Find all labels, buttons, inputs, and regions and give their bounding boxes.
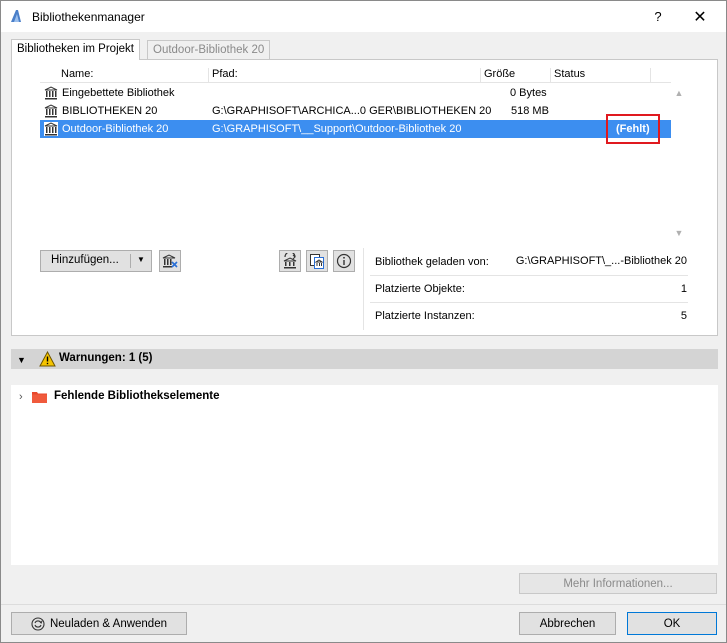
reload-library-icon	[283, 253, 297, 269]
placed-objects-value: 1	[680, 283, 687, 295]
duplicate-library-icon	[310, 254, 324, 269]
library-list[interactable]: Name: Pfad: Größe Status Eingebettete Bi…	[40, 66, 671, 242]
libraries-panel: Name: Pfad: Größe Status Eingebettete Bi…	[11, 59, 718, 336]
placed-objects-label: Platzierte Objekte:	[375, 283, 465, 295]
remove-library-button[interactable]	[159, 250, 181, 272]
window-title: Bibliothekenmanager	[32, 10, 145, 24]
cancel-button[interactable]: Abbrechen	[519, 612, 616, 635]
warning-item-label: Fehlende Bibliothekselemente	[54, 390, 220, 402]
footer-divider	[1, 604, 726, 605]
library-manager-window: Bibliothekenmanager ? ✕ Bibliotheken im …	[0, 0, 727, 643]
placed-instances-label: Platzierte Instanzen:	[375, 310, 475, 322]
tab-libraries-in-project[interactable]: Bibliotheken im Projekt	[11, 39, 140, 60]
add-library-button[interactable]: Hinzufügen... ▼	[40, 250, 152, 272]
loaded-from-value: G:\GRAPHISOFT\_...-Bibliothek 20	[515, 255, 687, 267]
library-name: Outdoor-Bibliothek 20	[62, 123, 169, 135]
duplicate-library-button[interactable]	[306, 250, 328, 272]
dropdown-separator	[130, 254, 131, 268]
title-bar: Bibliothekenmanager ? ✕	[1, 1, 726, 32]
close-button[interactable]: ✕	[681, 1, 719, 32]
library-row-outdoor[interactable]: Outdoor-Bibliothek 20 G:\GRAPHISOFT\__Su…	[40, 114, 671, 144]
info-icon	[336, 253, 352, 269]
add-library-label: Hinzufügen...	[51, 254, 119, 266]
library-icon	[44, 122, 58, 136]
library-info-button[interactable]	[333, 250, 355, 272]
library-status: (Fehlt)	[616, 123, 650, 135]
details-separator	[370, 302, 688, 303]
library-icon	[44, 104, 58, 118]
column-status[interactable]: Status	[550, 68, 650, 83]
library-path: G:\GRAPHISOFT\__Support\Outdoor-Biblioth…	[212, 123, 462, 135]
dropdown-arrow-icon[interactable]: ▼	[137, 255, 145, 264]
library-icon	[44, 86, 58, 100]
details-separator	[370, 275, 688, 276]
folder-icon	[32, 392, 47, 403]
ok-button[interactable]: OK	[627, 612, 717, 635]
tab-outdoor-library[interactable]: Outdoor-Bibliothek 20	[147, 40, 271, 59]
column-path[interactable]: Pfad:	[208, 68, 480, 83]
scroll-up-arrow-icon[interactable]: ▲	[672, 88, 686, 98]
library-size: 0 Bytes	[510, 87, 547, 99]
help-button[interactable]: ?	[639, 1, 677, 32]
loaded-from-label: Bibliothek geladen von:	[375, 256, 489, 268]
details-divider	[363, 248, 364, 330]
placed-instances-value: 5	[680, 310, 687, 322]
archicad-app-icon	[11, 10, 21, 22]
reload-apply-button[interactable]: Neuladen & Anwenden	[11, 612, 187, 635]
column-extra	[650, 68, 671, 83]
library-name: BIBLIOTHEKEN 20	[62, 105, 158, 117]
scroll-down-arrow-icon[interactable]: ▼	[672, 228, 686, 238]
collapse-caret-icon[interactable]: ▼	[17, 355, 26, 365]
library-row-bibliotheken[interactable]: BIBLIOTHEKEN 20 G:\GRAPHISOFT\ARCHICA...…	[40, 102, 671, 120]
library-path: G:\GRAPHISOFT\ARCHICA...0 GER\BIBLIOTHEK…	[212, 105, 492, 117]
library-row-embedded[interactable]: Eingebettete Bibliothek 0 Bytes	[40, 84, 671, 102]
more-info-button[interactable]: Mehr Informationen...	[519, 573, 717, 594]
reload-apply-label: Neuladen & Anwenden	[49, 617, 167, 630]
warnings-title: Warnungen: 1 (5)	[59, 352, 153, 364]
remove-library-icon	[162, 254, 178, 268]
list-header: Name: Pfad: Größe Status	[40, 66, 671, 83]
reload-icon	[31, 616, 45, 631]
reload-library-button[interactable]	[279, 250, 301, 272]
warnings-header[interactable]: ▼ Warnungen: 1 (5)	[11, 349, 718, 369]
expand-caret-icon[interactable]: ›	[19, 391, 23, 403]
library-name: Eingebettete Bibliothek	[62, 87, 175, 99]
library-size: 518 MB	[511, 105, 549, 117]
warnings-panel: › Fehlende Bibliothekselemente	[11, 385, 718, 565]
column-size[interactable]: Größe	[480, 68, 550, 83]
column-name[interactable]: Name:	[58, 68, 208, 83]
warning-icon	[39, 351, 56, 367]
